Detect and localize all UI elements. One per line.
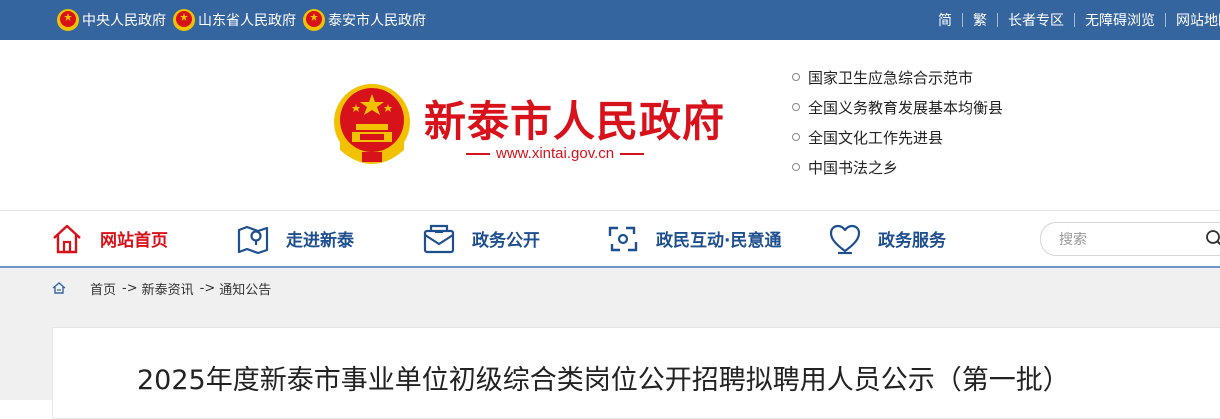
honor-text: 中国书法之乡 bbox=[808, 158, 899, 177]
bullet-icon bbox=[792, 163, 800, 171]
top-link-label: 中央人民政府 bbox=[82, 13, 166, 29]
national-emblem-icon bbox=[173, 9, 195, 31]
article-title: 2025年度新泰市事业单位初级综合类岗位公开招聘拟聘用人员公示（第一批） bbox=[137, 365, 1070, 396]
nav-item-about-xintai[interactable]: 走进新泰 bbox=[236, 211, 354, 266]
honor-item: 全国文化工作先进县 bbox=[792, 122, 1003, 152]
nav-item-home[interactable]: 网站首页 bbox=[50, 211, 168, 266]
elder-zone-link[interactable]: 长者专区 bbox=[998, 10, 1074, 30]
site-url: www.xintai.gov.cn bbox=[496, 145, 615, 162]
nav-label: 政务公开 bbox=[472, 231, 540, 251]
breadcrumb-bar: 首页 -> 新泰资讯 -> 通知公告 bbox=[0, 268, 1220, 308]
national-emblem-icon bbox=[303, 9, 325, 31]
breadcrumb-news[interactable]: 新泰资讯 bbox=[142, 279, 194, 298]
nav-item-gov-affairs[interactable]: 政务公开 bbox=[422, 211, 540, 266]
search-icon[interactable] bbox=[1205, 229, 1220, 249]
honor-item: 全国义务教育发展基本均衡县 bbox=[792, 92, 1003, 122]
nav-item-interaction[interactable]: 政民互动·民意通 bbox=[606, 211, 781, 266]
top-bar: 中央人民政府 山东省人民政府 泰安市人民政府 简 繁 长者专区 无障碍浏览 网站… bbox=[0, 0, 1220, 40]
honor-text: 全国义务教育发展基本均衡县 bbox=[808, 98, 1004, 117]
bullet-icon bbox=[792, 133, 800, 141]
honors-list: 国家卫生应急综合示范市 全国义务教育发展基本均衡县 全国文化工作先进县 中国书法… bbox=[792, 62, 1003, 182]
traditional-chinese-link[interactable]: 繁 bbox=[963, 10, 997, 30]
map-icon bbox=[237, 225, 269, 254]
bullet-icon bbox=[792, 73, 800, 81]
national-emblem-logo-icon bbox=[334, 84, 410, 164]
search-box bbox=[1040, 222, 1220, 256]
nav-label: 政务服务 bbox=[878, 231, 946, 251]
nav-label: 网站首页 bbox=[100, 231, 168, 251]
bullet-icon bbox=[792, 103, 800, 111]
main-nav: 网站首页 走进新泰 政务公开 政民互动·民意通 政务服务 搜索 bbox=[0, 210, 1220, 269]
site-title[interactable]: 新泰市人民政府 bbox=[424, 88, 725, 149]
breadcrumb-notices[interactable]: 通知公告 bbox=[219, 279, 271, 298]
simplified-chinese-link[interactable]: 简 bbox=[928, 10, 962, 30]
top-link-taian-gov[interactable]: 泰安市人民政府 bbox=[302, 8, 426, 32]
breadcrumb: 首页 -> 新泰资讯 -> 通知公告 bbox=[52, 268, 271, 308]
breadcrumb-home[interactable]: 首页 bbox=[90, 279, 116, 298]
top-link-shandong-gov[interactable]: 山东省人民政府 bbox=[172, 8, 296, 32]
mail-icon bbox=[423, 224, 455, 253]
national-emblem-icon bbox=[57, 9, 79, 31]
divider bbox=[466, 152, 490, 155]
search-input[interactable] bbox=[1057, 229, 1201, 251]
nav-label: 政民互动·民意通 bbox=[656, 231, 782, 251]
honor-item: 中国书法之乡 bbox=[792, 152, 1003, 182]
top-link-label: 泰安市人民政府 bbox=[328, 13, 426, 29]
top-tools: 简 繁 长者专区 无障碍浏览 网站地图 bbox=[928, 0, 1220, 40]
honor-text: 全国文化工作先进县 bbox=[808, 128, 944, 147]
top-links: 中央人民政府 山东省人民政府 泰安市人民政府 bbox=[56, 0, 432, 40]
breadcrumb-separator: -> bbox=[122, 280, 138, 296]
honor-text: 国家卫生应急综合示范市 bbox=[808, 68, 974, 87]
home-icon bbox=[53, 224, 81, 253]
site-url-line: www.xintai.gov.cn bbox=[466, 145, 645, 162]
sitemap-link[interactable]: 网站地图 bbox=[1166, 10, 1220, 30]
accessibility-link[interactable]: 无障碍浏览 bbox=[1075, 10, 1165, 30]
breadcrumb-separator: -> bbox=[199, 280, 216, 296]
top-link-label: 山东省人民政府 bbox=[198, 13, 296, 29]
heart-icon bbox=[829, 224, 861, 254]
divider bbox=[620, 152, 645, 155]
top-link-central-gov[interactable]: 中央人民政府 bbox=[56, 8, 166, 32]
nav-item-gov-services[interactable]: 政务服务 bbox=[828, 211, 946, 266]
nav-label: 走进新泰 bbox=[286, 231, 354, 251]
interaction-icon bbox=[608, 226, 638, 251]
honor-item: 国家卫生应急综合示范市 bbox=[792, 62, 1003, 92]
home-icon bbox=[52, 282, 66, 294]
